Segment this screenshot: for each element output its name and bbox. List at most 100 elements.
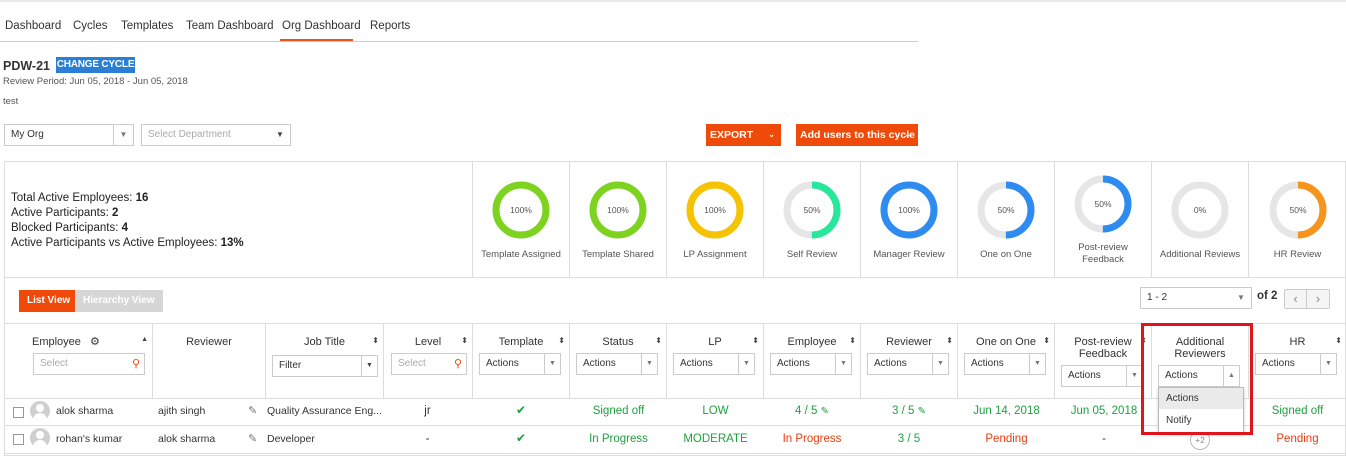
sort-icon[interactable]: ⬍ (655, 336, 662, 345)
progress-ring: 50% (783, 181, 841, 239)
sort-icon[interactable]: ⬍ (849, 336, 856, 345)
employee-name[interactable]: rohan's kumar (56, 433, 122, 445)
employee-name[interactable]: alok sharma (56, 405, 113, 417)
column-title: Employee (787, 336, 837, 348)
metric-manager-review: 100% Manager Review (860, 161, 957, 278)
prev-page-icon[interactable]: ‹ (1285, 290, 1307, 308)
add-users-button[interactable]: Add users to this cycle ⌄ (796, 124, 918, 146)
hierarchy-view-button[interactable]: Hierarchy View (75, 290, 163, 312)
col-status: Status ⬍ Actions ▼ (569, 324, 666, 398)
edit-doc-icon: ✎ (917, 406, 926, 417)
col-hr: HR ⬍ Actions ▼ (1248, 324, 1346, 398)
progress-ring: 0% (1171, 181, 1229, 239)
sort-up-icon[interactable]: ▲ (141, 336, 148, 343)
actions-dropdown[interactable]: Actions ▼ (1255, 353, 1337, 375)
reviewer-review[interactable]: 3 / 5 ✎ (860, 405, 958, 417)
chevron-down-icon: ▼ (361, 356, 377, 376)
tab-org-dashboard[interactable]: Org Dashboard (282, 20, 361, 32)
progress-ring: 50% (1074, 175, 1132, 233)
svg-text:50%: 50% (1289, 205, 1306, 215)
department-select[interactable]: Select Department ▼ (141, 124, 291, 146)
actions-dropdown[interactable]: Actions ▼ (770, 353, 852, 375)
hr: Signed off (1271, 405, 1324, 417)
row-checkbox[interactable] (13, 434, 24, 445)
post-review: - (1102, 433, 1106, 445)
chevron-down-icon: ⌄ (904, 130, 911, 139)
svg-text:100%: 100% (607, 205, 629, 215)
stat-ratio: Active Participants vs Active Employees:… (11, 237, 244, 249)
stat-active-participants: Active Participants: 2 (11, 207, 119, 219)
col-employee: Employee ⬍ Actions ▼ (763, 324, 860, 398)
edit-pencil-icon[interactable]: ✎ (248, 404, 257, 417)
metric-label: HR Review (1273, 249, 1322, 260)
sort-icon[interactable]: ⬍ (372, 336, 379, 345)
employee-review[interactable]: 4 / 5 ✎ (764, 405, 860, 417)
highlight-box (1141, 323, 1253, 435)
one-on-one: Pending (985, 433, 1028, 445)
actions-dropdown[interactable]: Actions ▼ (479, 353, 561, 375)
tab-reports[interactable]: Reports (370, 20, 410, 32)
tab-dashboard[interactable]: Dashboard (5, 20, 61, 32)
actions-dropdown[interactable]: Actions ▼ (673, 353, 755, 375)
actions-dropdown[interactable]: Actions ▼ (576, 353, 658, 375)
gear-icon[interactable]: ⚙ (90, 335, 100, 348)
metric-label: Self Review (786, 249, 838, 260)
chevron-down-icon: ▼ (1237, 293, 1245, 302)
export-button[interactable]: EXPORT ⌄ (706, 124, 781, 146)
metric-label: Manager Review (873, 249, 945, 260)
column-title: HR (1289, 336, 1306, 348)
change-cycle-button[interactable]: CHANGE CYCLE (56, 57, 135, 73)
chevron-down-icon: ▼ (1029, 354, 1045, 374)
edit-pencil-icon[interactable]: ✎ (248, 432, 257, 445)
column-title: Post-review Feedback (1074, 336, 1132, 360)
page-total: of 2 (1257, 290, 1278, 302)
metric-template-assigned: 100% Template Assigned (472, 161, 569, 278)
avatar (30, 428, 50, 448)
reviewer-header: Reviewer (186, 336, 232, 348)
sort-icon[interactable]: ⬍ (1335, 336, 1342, 345)
col-reviewer: Reviewer (152, 324, 265, 398)
tab-team-dashboard[interactable]: Team Dashboard (186, 20, 274, 32)
chevron-down-icon: ▼ (835, 354, 851, 374)
col-post-review-feedback: Post-review Feedback ⬍ Actions ▼ (1054, 324, 1151, 398)
status: In Progress (589, 433, 648, 445)
tab-cycles[interactable]: Cycles (73, 20, 108, 32)
stats-summary: Total Active Employees: 16 Active Partic… (11, 191, 244, 251)
tab-templates[interactable]: Templates (121, 20, 173, 32)
search-icon: ⚲ (453, 358, 462, 370)
actions-dropdown[interactable]: Actions ▼ (964, 353, 1046, 375)
chevron-down-icon: ▼ (544, 354, 560, 374)
progress-ring: 100% (492, 181, 550, 239)
stat-blocked: Blocked Participants: 4 (11, 222, 128, 234)
job-title-filter[interactable]: Filter ▼ (272, 355, 378, 377)
sort-icon[interactable]: ⬍ (1043, 336, 1050, 345)
active-tab-indicator (280, 39, 353, 41)
row-checkbox[interactable] (13, 407, 24, 418)
employee-search-input[interactable]: Select ⚲ (33, 353, 145, 375)
actions-dropdown[interactable]: Actions ▼ (867, 353, 949, 375)
metric-label: Template Assigned (481, 249, 561, 260)
actions-dropdown[interactable]: Actions ▼ (1061, 365, 1143, 387)
sort-icon[interactable]: ⬍ (946, 336, 953, 345)
svg-text:50%: 50% (803, 205, 820, 215)
sort-icon[interactable]: ⬍ (558, 336, 565, 345)
post-review: Jun 05, 2018 (1070, 405, 1138, 417)
level: jr (424, 405, 431, 417)
col-reviewer: Reviewer ⬍ Actions ▼ (860, 324, 957, 398)
sort-icon[interactable]: ⬍ (752, 336, 759, 345)
sort-icon[interactable]: ⬍ (461, 336, 468, 345)
review-period: Review Period: Jun 05, 2018 - Jun 05, 20… (3, 76, 188, 87)
level-header: Level (414, 336, 442, 348)
level-search-input[interactable]: Select ⚲ (391, 353, 467, 375)
svg-text:0%: 0% (1194, 205, 1207, 215)
list-view-button[interactable]: List View (19, 290, 79, 312)
job-title: Developer (267, 433, 315, 445)
org-select[interactable]: My Org ▼ (4, 124, 134, 146)
lp: MODERATE (683, 433, 748, 445)
lp: LOW (702, 405, 729, 417)
page-range-select[interactable]: 1 - 2 ▼ (1140, 287, 1252, 309)
progress-ring: 100% (686, 181, 744, 239)
metric-post-review-feedback: 50% Post-review Feedback (1054, 161, 1151, 278)
col-one-on-one: One on One ⬍ Actions ▼ (957, 324, 1054, 398)
next-page-icon[interactable]: › (1307, 290, 1329, 308)
